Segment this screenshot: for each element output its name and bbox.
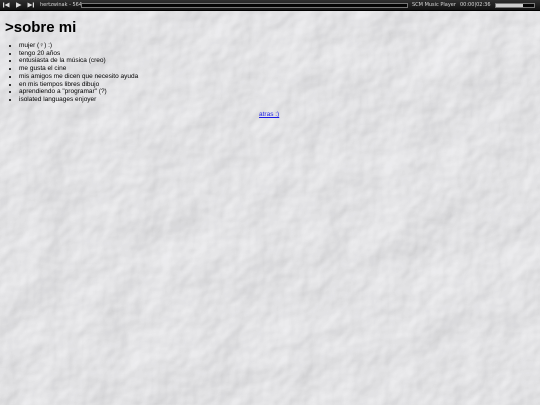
about-list-item: aprendiendo a "programar" (?) xyxy=(19,88,138,96)
play-icon xyxy=(16,2,22,8)
player-name: SCM Music Player xyxy=(412,2,456,8)
skip-back-icon xyxy=(3,2,10,8)
play-button[interactable] xyxy=(14,1,23,9)
about-list-item: mujer (♀) :) xyxy=(19,42,138,50)
page-title: >sobre mi xyxy=(5,19,77,36)
about-list-item: mis amigos me dicen que necesito ayuda xyxy=(19,73,138,81)
about-list-item: entusiasta de la música (creo) xyxy=(19,57,138,65)
music-player-bar: hertzwinak - 564 SCM Music Player 00:00|… xyxy=(0,0,540,11)
track-title: hertzwinak - 564 xyxy=(40,2,83,8)
back-link[interactable]: atras :) xyxy=(259,111,279,119)
skip-back-button[interactable] xyxy=(2,1,11,9)
page-content: >sobre mi mujer (♀) :)tengo 20 añosentus… xyxy=(0,0,540,405)
about-list-item: me gusta el cine xyxy=(19,65,138,73)
about-list-item: isolated languages enjoyer xyxy=(19,96,138,104)
about-list: mujer (♀) :)tengo 20 añosentusiasta de l… xyxy=(8,42,138,104)
about-list-item: tengo 20 años xyxy=(19,50,138,58)
seek-bar[interactable] xyxy=(81,3,408,8)
volume-level xyxy=(496,4,523,7)
skip-forward-icon xyxy=(27,2,34,8)
about-list-item: en mis tiempos libres dibujo xyxy=(19,81,138,89)
skip-forward-button[interactable] xyxy=(26,1,35,9)
playback-time: 00:00|02:36 xyxy=(460,2,491,8)
volume-slider[interactable] xyxy=(495,3,535,8)
